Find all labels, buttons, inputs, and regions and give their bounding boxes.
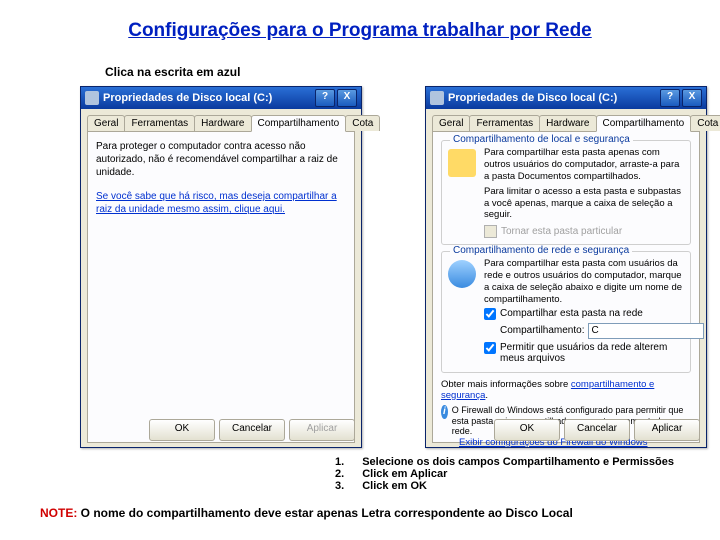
allow-change-checkbox[interactable] xyxy=(484,342,496,354)
subtitle-instruction: Clica na escrita em azul xyxy=(105,65,240,79)
ok-button[interactable]: OK xyxy=(494,419,560,441)
tab-ferramentas[interactable]: Ferramentas xyxy=(469,115,540,131)
tab-compartilhamento[interactable]: Compartilhamento xyxy=(596,115,692,132)
properties-dialog-before: Propriedades de Disco local (C:) ? X Ger… xyxy=(80,86,362,448)
tab-strip: Geral Ferramentas Hardware Compartilhame… xyxy=(432,115,700,131)
window-title: Propriedades de Disco local (C:) xyxy=(103,92,272,104)
instruction-steps: 1. Selecione os dois campos Compartilhame… xyxy=(335,456,674,492)
group1-text1: Para compartilhar esta pasta apenas com … xyxy=(484,147,684,183)
step-text: Selecione os dois campos Compartilhament… xyxy=(362,456,674,468)
tab-strip: Geral Ferramentas Hardware Compartilhame… xyxy=(87,115,355,131)
titlebar: Propriedades de Disco local (C:) ? X xyxy=(81,87,361,109)
group-title: Compartilhamento de rede e segurança xyxy=(450,245,632,256)
help-button[interactable]: ? xyxy=(660,89,680,107)
step-text: Click em Aplicar xyxy=(362,468,447,480)
learn-more-text: Obter mais informações sobre xyxy=(441,379,568,390)
cancel-button[interactable]: Cancelar xyxy=(564,419,630,441)
tab-cota[interactable]: Cota xyxy=(690,115,720,131)
drive-icon xyxy=(430,91,444,105)
close-button[interactable]: X xyxy=(682,89,702,107)
learn-more-row: Obter mais informações sobre compartilha… xyxy=(441,379,691,401)
note-text: O nome do compartilhamento deve estar ap… xyxy=(77,506,572,520)
footer-note: NOTE: O nome do compartilhamento deve es… xyxy=(40,506,573,520)
tab-hardware[interactable]: Hardware xyxy=(194,115,251,131)
tab-panel: Compartilhamento de local e segurança Pa… xyxy=(432,131,700,443)
ok-button[interactable]: OK xyxy=(149,419,215,441)
group1-text2: Para limitar o acesso a esta pasta e sub… xyxy=(484,186,684,222)
window-title: Propriedades de Disco local (C:) xyxy=(448,92,617,104)
group-local-sharing: Compartilhamento de local e segurança Pa… xyxy=(441,140,691,245)
network-globe-icon xyxy=(448,260,476,288)
warning-text: Para proteger o computador contra acesso… xyxy=(96,140,346,179)
tab-hardware[interactable]: Hardware xyxy=(539,115,596,131)
group-network-sharing: Compartilhamento de rede e segurança Par… xyxy=(441,251,691,373)
share-name-label: Compartilhamento: xyxy=(500,325,584,336)
titlebar: Propriedades de Disco local (C:) ? X xyxy=(426,87,706,109)
private-folder-checkbox: Tornar esta pasta particular xyxy=(484,225,684,238)
tab-compartilhamento[interactable]: Compartilhamento xyxy=(251,115,347,132)
step-number: 1. xyxy=(335,456,344,468)
cancel-button[interactable]: Cancelar xyxy=(219,419,285,441)
tab-geral[interactable]: Geral xyxy=(432,115,470,131)
close-button[interactable]: X xyxy=(337,89,357,107)
step-number: 3. xyxy=(335,480,344,492)
checkbox-icon xyxy=(484,225,497,238)
group2-text: Para compartilhar esta pasta com usuário… xyxy=(484,258,684,306)
share-on-network-label: Compartilhar esta pasta na rede xyxy=(500,308,643,319)
drive-icon xyxy=(85,91,99,105)
private-folder-label: Tornar esta pasta particular xyxy=(501,226,622,237)
step-number: 2. xyxy=(335,468,344,480)
tab-geral[interactable]: Geral xyxy=(87,115,125,131)
note-prefix: NOTE: xyxy=(40,506,77,520)
folder-share-icon xyxy=(448,149,476,177)
properties-dialog-after: Propriedades de Disco local (C:) ? X Ger… xyxy=(425,86,707,448)
share-root-link[interactable]: Se você sabe que há risco, mas deseja co… xyxy=(96,191,337,215)
apply-button[interactable]: Aplicar xyxy=(289,419,355,441)
apply-button[interactable]: Aplicar xyxy=(634,419,700,441)
tab-cota[interactable]: Cota xyxy=(345,115,380,131)
info-icon: i xyxy=(441,405,448,419)
tab-panel: Para proteger o computador contra acesso… xyxy=(87,131,355,443)
share-name-input[interactable] xyxy=(588,323,704,339)
group-title: Compartilhamento de local e segurança xyxy=(450,134,633,145)
allow-change-row[interactable]: Permitir que usuários da rede alterem me… xyxy=(484,342,684,364)
step-text: Click em OK xyxy=(362,480,427,492)
share-on-network-checkbox[interactable] xyxy=(484,308,496,320)
share-on-network-row[interactable]: Compartilhar esta pasta na rede xyxy=(484,308,684,320)
allow-change-label: Permitir que usuários da rede alterem me… xyxy=(500,342,684,364)
page-title: Configurações para o Programa trabalhar … xyxy=(0,0,720,42)
tab-ferramentas[interactable]: Ferramentas xyxy=(124,115,195,131)
help-button[interactable]: ? xyxy=(315,89,335,107)
